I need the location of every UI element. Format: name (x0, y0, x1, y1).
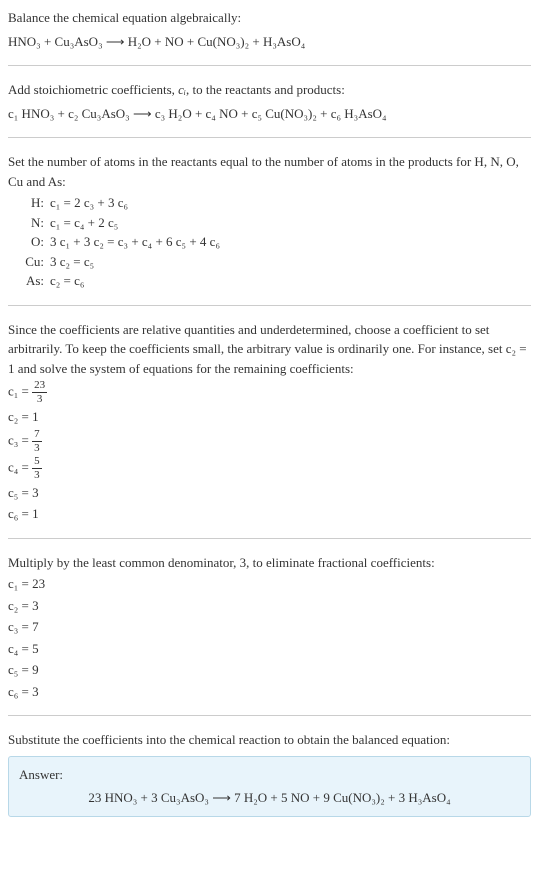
atom-eq-h: c₁ = 2 c₃ + 3 c₆ (50, 193, 128, 213)
c1-den: 3 (32, 393, 47, 405)
section2-title-b: , to the reactants and products: (186, 82, 345, 97)
c3-num: 7 (32, 429, 42, 442)
atom-table: H: c₁ = 2 c₃ + 3 c₆ N: c₁ = c₄ + 2 c₅ O:… (16, 193, 531, 291)
section-atom-balance: Set the number of atoms in the reactants… (8, 152, 531, 291)
section2-title: Add stoichiometric coefficients, cᵢ, to … (8, 80, 531, 100)
c1-left: c₁ = (8, 383, 32, 398)
section1-equation: HNO₃ + Cu₃AsO₃ ⟶ H₂O + NO + Cu(NO₃)₂ + H… (8, 32, 531, 52)
section4-title: Since the coefficients are relative quan… (8, 320, 531, 379)
atom-eq-as: c₂ = c₆ (50, 271, 84, 291)
coeff-c3-int: c₃ = 7 (8, 617, 531, 637)
c3-den: 3 (32, 442, 42, 454)
atom-label-cu: Cu: (16, 252, 50, 272)
c1-frac: 233 (32, 380, 47, 405)
section2-ci: cᵢ (178, 82, 186, 97)
section-underdetermined: Since the coefficients are relative quan… (8, 320, 531, 524)
coeff-c4-int: c₄ = 5 (8, 639, 531, 659)
c3-frac: 73 (32, 429, 42, 454)
atom-label-n: N: (16, 213, 50, 233)
divider (8, 538, 531, 539)
divider (8, 137, 531, 138)
answer-box: Answer: 23 HNO₃ + 3 Cu₃AsO₃ ⟶ 7 H₂O + 5 … (8, 756, 531, 817)
coeff-c6: c₆ = 1 (8, 504, 531, 524)
section2-equation: c₁ HNO₃ + c₂ Cu₃AsO₃ ⟶ c₃ H₂O + c₄ NO + … (8, 104, 531, 124)
coeff-list-fractional: c₁ = 233 c₂ = 1 c₃ = 73 c₄ = 53 c₅ = 3 c… (8, 380, 531, 524)
atom-row-n: N: c₁ = c₄ + 2 c₅ (16, 213, 531, 233)
atom-row-as: As: c₂ = c₆ (16, 271, 531, 291)
coeff-c1: c₁ = 233 (8, 380, 531, 405)
coeff-c5-int: c₅ = 9 (8, 660, 531, 680)
atom-label-h: H: (16, 193, 50, 213)
divider (8, 715, 531, 716)
c4-num: 5 (32, 456, 42, 469)
coeff-list-integer: c₁ = 23 c₂ = 3 c₃ = 7 c₄ = 5 c₅ = 9 c₆ =… (8, 574, 531, 701)
atom-eq-n: c₁ = c₄ + 2 c₅ (50, 213, 118, 233)
divider (8, 65, 531, 66)
c4-left: c₄ = (8, 459, 32, 474)
coeff-c2-int: c₂ = 3 (8, 596, 531, 616)
section2-title-a: Add stoichiometric coefficients, (8, 82, 178, 97)
coeff-c4: c₄ = 53 (8, 456, 531, 481)
section-stoich: Add stoichiometric coefficients, cᵢ, to … (8, 80, 531, 123)
coeff-c6-int: c₆ = 3 (8, 682, 531, 702)
coeff-c1-int: c₁ = 23 (8, 574, 531, 594)
section5-title: Multiply by the least common denominator… (8, 553, 531, 573)
coeff-c2: c₂ = 1 (8, 407, 531, 427)
answer-equation: 23 HNO₃ + 3 Cu₃AsO₃ ⟶ 7 H₂O + 5 NO + 9 C… (19, 788, 520, 808)
coeff-c5: c₅ = 3 (8, 483, 531, 503)
c4-den: 3 (32, 469, 42, 481)
answer-label: Answer: (19, 765, 520, 785)
divider (8, 305, 531, 306)
coeff-c3: c₃ = 73 (8, 429, 531, 454)
section-balance-intro: Balance the chemical equation algebraica… (8, 8, 531, 51)
atom-row-o: O: 3 c₁ + 3 c₂ = c₃ + c₄ + 6 c₅ + 4 c₆ (16, 232, 531, 252)
atom-label-o: O: (16, 232, 50, 252)
atom-row-cu: Cu: 3 c₂ = c₅ (16, 252, 531, 272)
c4-frac: 53 (32, 456, 42, 481)
c3-left: c₃ = (8, 432, 32, 447)
atom-label-as: As: (16, 271, 50, 291)
atom-row-h: H: c₁ = 2 c₃ + 3 c₆ (16, 193, 531, 213)
section3-title: Set the number of atoms in the reactants… (8, 152, 531, 191)
atom-eq-cu: 3 c₂ = c₅ (50, 252, 94, 272)
c1-num: 23 (32, 380, 47, 393)
section-substitute: Substitute the coefficients into the che… (8, 730, 531, 817)
atom-eq-o: 3 c₁ + 3 c₂ = c₃ + c₄ + 6 c₅ + 4 c₆ (50, 232, 220, 252)
section6-title: Substitute the coefficients into the che… (8, 730, 531, 750)
section-lcd: Multiply by the least common denominator… (8, 553, 531, 702)
section1-title: Balance the chemical equation algebraica… (8, 8, 531, 28)
